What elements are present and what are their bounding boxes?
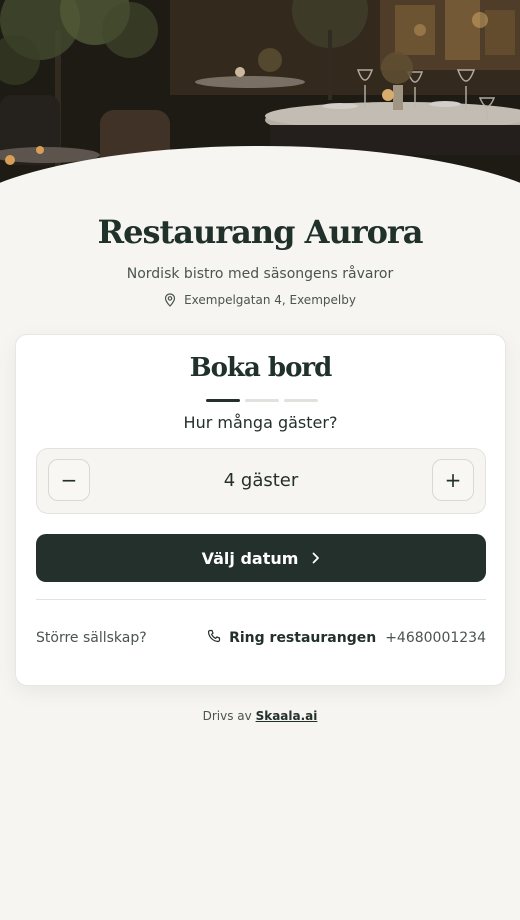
restaurant-name: Restaurang Aurora: [97, 213, 423, 251]
phone-number: +4680001234: [385, 630, 486, 646]
restaurant-header: Restaurang Aurora Nordisk bistro med säs…: [0, 210, 520, 307]
powered-by: Drivs av Skaala.ai: [0, 709, 520, 723]
step-2-indicator: [245, 399, 279, 402]
step-indicator: [206, 399, 318, 402]
choose-date-button[interactable]: Välj datum: [36, 534, 486, 582]
address-text: Exempelgatan 4, Exempelby: [184, 293, 356, 307]
call-restaurant-link[interactable]: Ring restaurangen +4680001234: [207, 629, 486, 647]
powered-by-prefix: Drivs av: [202, 709, 252, 723]
booking-card: Boka bord Hur många gäster? 4 gäster − +…: [15, 334, 506, 686]
contact-row: Större sällskap? Ring restaurangen +4680…: [36, 629, 486, 647]
step-1-indicator: [206, 399, 240, 402]
choose-date-label: Välj datum: [201, 548, 299, 568]
large-party-text: Större sällskap?: [36, 630, 147, 646]
decrease-guests-button[interactable]: −: [48, 459, 90, 501]
hero-image: [0, 0, 520, 200]
phone-icon: [207, 629, 221, 647]
increase-guests-button[interactable]: +: [432, 459, 474, 501]
guest-count-stepper: 4 gäster − +: [36, 448, 486, 514]
restaurant-tagline: Nordisk bistro med säsongens råvaror: [126, 266, 394, 282]
skaala-link[interactable]: Skaala.ai: [256, 709, 318, 723]
guest-question: Hur många gäster?: [183, 413, 338, 432]
restaurant-address: Exempelgatan 4, Exempelby: [0, 293, 520, 307]
map-pin-icon: [164, 293, 176, 307]
guest-count-value: 4 gäster: [223, 470, 299, 491]
booking-title: Boka bord: [189, 353, 333, 383]
step-3-indicator: [284, 399, 318, 402]
divider: [36, 599, 486, 600]
call-restaurant-label: Ring restaurangen: [229, 630, 377, 646]
chevron-right-icon: [312, 549, 320, 568]
